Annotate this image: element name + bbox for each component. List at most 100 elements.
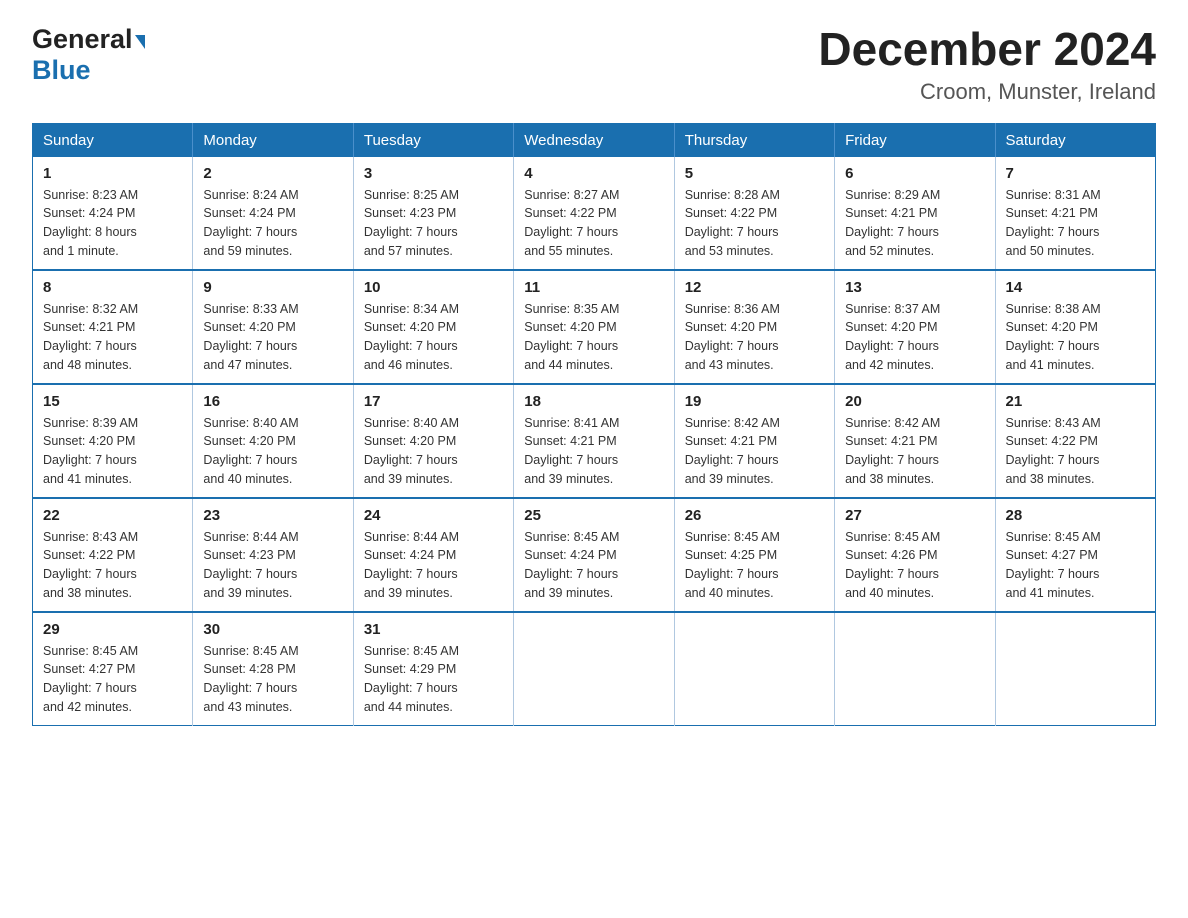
day-number: 20 [845, 393, 984, 410]
day-info: Sunrise: 8:45 AMSunset: 4:25 PMDaylight:… [685, 530, 780, 600]
day-number: 19 [685, 393, 824, 410]
calendar-week-row: 15 Sunrise: 8:39 AMSunset: 4:20 PMDaylig… [33, 384, 1156, 498]
calendar-day-cell: 1 Sunrise: 8:23 AMSunset: 4:24 PMDayligh… [33, 157, 193, 270]
day-number: 30 [203, 621, 342, 638]
calendar-day-cell: 4 Sunrise: 8:27 AMSunset: 4:22 PMDayligh… [514, 157, 674, 270]
day-number: 12 [685, 279, 824, 296]
day-number: 11 [524, 279, 663, 296]
day-number: 3 [364, 165, 503, 182]
calendar-week-row: 22 Sunrise: 8:43 AMSunset: 4:22 PMDaylig… [33, 498, 1156, 612]
day-number: 1 [43, 165, 182, 182]
calendar-day-cell: 13 Sunrise: 8:37 AMSunset: 4:20 PMDaylig… [835, 270, 995, 384]
day-info: Sunrise: 8:38 AMSunset: 4:20 PMDaylight:… [1006, 302, 1101, 372]
day-number: 5 [685, 165, 824, 182]
calendar-day-cell: 10 Sunrise: 8:34 AMSunset: 4:20 PMDaylig… [353, 270, 513, 384]
day-of-week-header: Thursday [674, 123, 834, 157]
day-info: Sunrise: 8:37 AMSunset: 4:20 PMDaylight:… [845, 302, 940, 372]
day-info: Sunrise: 8:25 AMSunset: 4:23 PMDaylight:… [364, 188, 459, 258]
calendar-day-cell: 12 Sunrise: 8:36 AMSunset: 4:20 PMDaylig… [674, 270, 834, 384]
calendar-title-section: December 2024 Croom, Munster, Ireland [818, 24, 1156, 105]
logo-triangle-icon [135, 35, 145, 49]
day-info: Sunrise: 8:31 AMSunset: 4:21 PMDaylight:… [1006, 188, 1101, 258]
day-number: 10 [364, 279, 503, 296]
day-of-week-header: Saturday [995, 123, 1155, 157]
day-number: 6 [845, 165, 984, 182]
day-number: 31 [364, 621, 503, 638]
calendar-day-cell: 5 Sunrise: 8:28 AMSunset: 4:22 PMDayligh… [674, 157, 834, 270]
day-info: Sunrise: 8:41 AMSunset: 4:21 PMDaylight:… [524, 416, 619, 486]
calendar-day-cell [835, 612, 995, 726]
day-info: Sunrise: 8:43 AMSunset: 4:22 PMDaylight:… [1006, 416, 1101, 486]
day-number: 14 [1006, 279, 1145, 296]
day-of-week-header: Sunday [33, 123, 193, 157]
day-info: Sunrise: 8:45 AMSunset: 4:27 PMDaylight:… [43, 644, 138, 714]
calendar-day-cell: 21 Sunrise: 8:43 AMSunset: 4:22 PMDaylig… [995, 384, 1155, 498]
day-number: 21 [1006, 393, 1145, 410]
calendar-day-cell [514, 612, 674, 726]
calendar-day-cell: 22 Sunrise: 8:43 AMSunset: 4:22 PMDaylig… [33, 498, 193, 612]
day-info: Sunrise: 8:27 AMSunset: 4:22 PMDaylight:… [524, 188, 619, 258]
day-number: 2 [203, 165, 342, 182]
calendar-day-cell: 19 Sunrise: 8:42 AMSunset: 4:21 PMDaylig… [674, 384, 834, 498]
calendar-week-row: 29 Sunrise: 8:45 AMSunset: 4:27 PMDaylig… [33, 612, 1156, 726]
day-info: Sunrise: 8:45 AMSunset: 4:29 PMDaylight:… [364, 644, 459, 714]
calendar-day-cell: 17 Sunrise: 8:40 AMSunset: 4:20 PMDaylig… [353, 384, 513, 498]
day-info: Sunrise: 8:40 AMSunset: 4:20 PMDaylight:… [364, 416, 459, 486]
day-number: 13 [845, 279, 984, 296]
calendar-day-cell: 14 Sunrise: 8:38 AMSunset: 4:20 PMDaylig… [995, 270, 1155, 384]
day-of-week-header: Wednesday [514, 123, 674, 157]
day-info: Sunrise: 8:44 AMSunset: 4:23 PMDaylight:… [203, 530, 298, 600]
day-number: 29 [43, 621, 182, 638]
day-info: Sunrise: 8:28 AMSunset: 4:22 PMDaylight:… [685, 188, 780, 258]
day-number: 27 [845, 507, 984, 524]
calendar-day-cell: 24 Sunrise: 8:44 AMSunset: 4:24 PMDaylig… [353, 498, 513, 612]
calendar-day-cell: 9 Sunrise: 8:33 AMSunset: 4:20 PMDayligh… [193, 270, 353, 384]
day-number: 24 [364, 507, 503, 524]
logo-general-text: General [32, 24, 133, 55]
day-info: Sunrise: 8:35 AMSunset: 4:20 PMDaylight:… [524, 302, 619, 372]
day-number: 25 [524, 507, 663, 524]
day-number: 9 [203, 279, 342, 296]
calendar-header-row: SundayMondayTuesdayWednesdayThursdayFrid… [33, 123, 1156, 157]
calendar-day-cell: 2 Sunrise: 8:24 AMSunset: 4:24 PMDayligh… [193, 157, 353, 270]
day-info: Sunrise: 8:29 AMSunset: 4:21 PMDaylight:… [845, 188, 940, 258]
calendar-day-cell: 28 Sunrise: 8:45 AMSunset: 4:27 PMDaylig… [995, 498, 1155, 612]
calendar-subtitle: Croom, Munster, Ireland [818, 79, 1156, 105]
day-of-week-header: Monday [193, 123, 353, 157]
day-number: 26 [685, 507, 824, 524]
calendar-day-cell: 26 Sunrise: 8:45 AMSunset: 4:25 PMDaylig… [674, 498, 834, 612]
calendar-day-cell: 27 Sunrise: 8:45 AMSunset: 4:26 PMDaylig… [835, 498, 995, 612]
calendar-day-cell [995, 612, 1155, 726]
calendar-title: December 2024 [818, 24, 1156, 75]
logo-blue-text: Blue [32, 55, 91, 86]
day-info: Sunrise: 8:45 AMSunset: 4:27 PMDaylight:… [1006, 530, 1101, 600]
day-info: Sunrise: 8:34 AMSunset: 4:20 PMDaylight:… [364, 302, 459, 372]
day-number: 8 [43, 279, 182, 296]
calendar-day-cell: 16 Sunrise: 8:40 AMSunset: 4:20 PMDaylig… [193, 384, 353, 498]
calendar-table: SundayMondayTuesdayWednesdayThursdayFrid… [32, 123, 1156, 726]
calendar-day-cell: 15 Sunrise: 8:39 AMSunset: 4:20 PMDaylig… [33, 384, 193, 498]
calendar-week-row: 8 Sunrise: 8:32 AMSunset: 4:21 PMDayligh… [33, 270, 1156, 384]
calendar-day-cell: 20 Sunrise: 8:42 AMSunset: 4:21 PMDaylig… [835, 384, 995, 498]
calendar-day-cell: 18 Sunrise: 8:41 AMSunset: 4:21 PMDaylig… [514, 384, 674, 498]
calendar-day-cell: 7 Sunrise: 8:31 AMSunset: 4:21 PMDayligh… [995, 157, 1155, 270]
day-info: Sunrise: 8:44 AMSunset: 4:24 PMDaylight:… [364, 530, 459, 600]
calendar-day-cell: 25 Sunrise: 8:45 AMSunset: 4:24 PMDaylig… [514, 498, 674, 612]
calendar-day-cell: 31 Sunrise: 8:45 AMSunset: 4:29 PMDaylig… [353, 612, 513, 726]
day-info: Sunrise: 8:33 AMSunset: 4:20 PMDaylight:… [203, 302, 298, 372]
day-info: Sunrise: 8:36 AMSunset: 4:20 PMDaylight:… [685, 302, 780, 372]
day-number: 7 [1006, 165, 1145, 182]
day-of-week-header: Friday [835, 123, 995, 157]
day-info: Sunrise: 8:45 AMSunset: 4:24 PMDaylight:… [524, 530, 619, 600]
day-info: Sunrise: 8:39 AMSunset: 4:20 PMDaylight:… [43, 416, 138, 486]
day-info: Sunrise: 8:40 AMSunset: 4:20 PMDaylight:… [203, 416, 298, 486]
day-number: 28 [1006, 507, 1145, 524]
day-info: Sunrise: 8:24 AMSunset: 4:24 PMDaylight:… [203, 188, 298, 258]
day-info: Sunrise: 8:42 AMSunset: 4:21 PMDaylight:… [685, 416, 780, 486]
calendar-day-cell: 23 Sunrise: 8:44 AMSunset: 4:23 PMDaylig… [193, 498, 353, 612]
calendar-day-cell: 11 Sunrise: 8:35 AMSunset: 4:20 PMDaylig… [514, 270, 674, 384]
day-info: Sunrise: 8:45 AMSunset: 4:26 PMDaylight:… [845, 530, 940, 600]
day-info: Sunrise: 8:45 AMSunset: 4:28 PMDaylight:… [203, 644, 298, 714]
day-info: Sunrise: 8:43 AMSunset: 4:22 PMDaylight:… [43, 530, 138, 600]
day-number: 23 [203, 507, 342, 524]
